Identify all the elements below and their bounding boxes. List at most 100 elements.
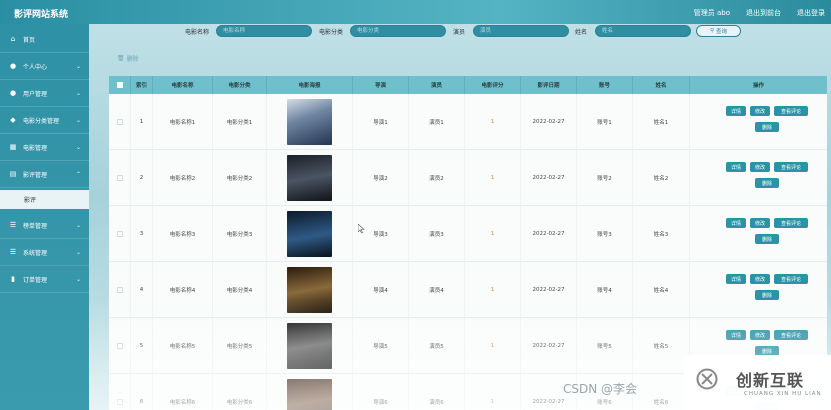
cell-review-date: 2022-02-27: [521, 318, 577, 374]
table-row: 1 电影名称1 电影分类1 导演1 演员1 1 2022-02-27 账号1 姓名1 详情 修改 查看…: [109, 94, 827, 150]
edit-button[interactable]: 修改: [750, 274, 770, 284]
cell-actor: 演员4: [409, 262, 465, 318]
view-review-button[interactable]: 查看评论: [774, 274, 808, 284]
detail-button[interactable]: 详情: [726, 162, 746, 172]
sidebar-item-movie-category[interactable]: ◆ 电影分类管理 ⌄: [0, 107, 89, 134]
sidebar-item-home[interactable]: ⌂ 首页: [0, 26, 89, 53]
cell-movie-name: 电影名称1: [153, 94, 213, 150]
row-checkbox[interactable]: [116, 175, 123, 181]
detail-button[interactable]: 详情: [726, 218, 746, 228]
view-review-button[interactable]: 查看评论: [774, 330, 808, 340]
edit-button[interactable]: 修改: [750, 218, 770, 228]
chevron-down-icon: ⌄: [75, 89, 81, 97]
cell-account: 账号4: [577, 262, 633, 318]
cell-account: 账号1: [577, 94, 633, 150]
cell-review-date: 2022-02-27: [521, 262, 577, 318]
chevron-down-icon: ⌄: [75, 248, 81, 256]
cell-movie-category: 电影分类5: [213, 318, 267, 374]
sidebar-item-label: 个人中心: [23, 63, 48, 71]
movie-name-label: 电影名称: [185, 29, 210, 36]
header-actions: 操作: [752, 83, 764, 89]
sidebar-item-reviews[interactable]: ▤ 影评管理 ⌃: [0, 161, 89, 188]
row-checkbox[interactable]: [116, 399, 123, 405]
sidebar-item-rankings[interactable]: ☰ 榜单管理 ⌄: [0, 212, 89, 239]
delete-button[interactable]: 删除: [755, 178, 779, 188]
table-row: 2 电影名称2 电影分类2 导演2 演员2 1 2022-02-27 账号2 姓名2 详情 修改 查看…: [109, 150, 827, 206]
main-content: 电影名称 电影名称 电影分类 电影分类 演员 演员 姓名 姓名 ⚲ 查询 🗑 删…: [89, 24, 831, 410]
actor-input[interactable]: 演员: [473, 25, 569, 37]
row-checkbox[interactable]: [116, 343, 123, 349]
person-name-input[interactable]: 姓名: [595, 25, 691, 37]
row-checkbox[interactable]: [116, 231, 123, 237]
cell-index: 5: [131, 318, 153, 374]
cell-index: 3: [131, 206, 153, 262]
sidebar-item-profile[interactable]: ● 个人中心 ⌄: [0, 53, 89, 80]
cell-score: 1: [465, 262, 521, 318]
chevron-down-icon: ⌄: [75, 275, 81, 283]
row-select-cell: [109, 318, 131, 374]
movie-name-input[interactable]: 电影名称: [216, 25, 312, 37]
row-actions: 详情修改查看评论删除: [706, 150, 827, 206]
cell-person: 姓名1: [633, 94, 690, 150]
delete-button[interactable]: 删除: [755, 122, 779, 132]
location-icon: ◆: [10, 116, 16, 124]
chart-icon: ▮: [11, 275, 15, 283]
sidebar-item-label: 订单管理: [23, 276, 48, 284]
cell-movie-name: 电影名称6: [153, 374, 213, 410]
cell-director: 导演1: [353, 94, 409, 150]
chevron-down-icon: ⌄: [75, 116, 81, 124]
cell-account: 账号3: [577, 206, 633, 262]
search-button[interactable]: ⚲ 查询: [696, 25, 741, 37]
user-icon: ●: [9, 89, 17, 97]
csdn-watermark: CSDN @李会: [563, 382, 638, 396]
trash-icon: 🗑: [117, 55, 125, 62]
detail-button[interactable]: 详情: [726, 330, 746, 340]
row-select-cell: [109, 94, 131, 150]
cell-movie-category: 电影分类2: [213, 150, 267, 206]
cell-score: 1: [465, 150, 521, 206]
sidebar-subitem-review[interactable]: 影评: [0, 190, 89, 209]
home-icon: ⌂: [10, 35, 16, 43]
cell-score: 1: [465, 318, 521, 374]
sidebar-item-orders[interactable]: ▮ 订单管理 ⌄: [0, 266, 89, 293]
header-movie-name: 电影名称: [153, 76, 213, 94]
movie-poster-image: [287, 267, 332, 313]
cell-actor: 演员5: [409, 318, 465, 374]
view-review-button[interactable]: 查看评论: [774, 106, 808, 116]
delete-button[interactable]: 删除: [755, 234, 779, 244]
detail-button[interactable]: 详情: [726, 106, 746, 116]
detail-button[interactable]: 详情: [726, 274, 746, 284]
delete-selected-button[interactable]: 🗑 删除: [117, 54, 139, 63]
sidebar-item-label: 系统管理: [23, 249, 48, 257]
cell-director: 导演6: [353, 374, 409, 410]
cell-movie-category: 电影分类3: [213, 206, 267, 262]
person-name-label: 姓名: [575, 29, 588, 36]
view-review-button[interactable]: 查看评论: [774, 162, 808, 172]
cell-poster: [267, 206, 353, 262]
list-icon: ☰: [9, 221, 17, 229]
edit-button[interactable]: 修改: [750, 162, 770, 172]
row-checkbox[interactable]: [116, 119, 123, 125]
logout-link[interactable]: 退出登录: [797, 8, 825, 18]
sidebar-item-label: 电影分类管理: [23, 117, 60, 125]
delete-button[interactable]: 删除: [755, 290, 779, 300]
movie-category-input[interactable]: 电影分类: [350, 25, 446, 37]
edit-button[interactable]: 修改: [750, 330, 770, 340]
sidebar-item-system[interactable]: ☰ 系统管理 ⌄: [0, 239, 89, 266]
view-review-button[interactable]: 查看评论: [774, 218, 808, 228]
select-all-checkbox[interactable]: [116, 82, 123, 88]
mouse-cursor-icon: [358, 224, 365, 234]
row-checkbox[interactable]: [116, 287, 123, 293]
app-title: 影评网站系统: [14, 10, 69, 20]
sidebar-item-movies[interactable]: ▦ 电影管理 ⌄: [0, 134, 89, 161]
header-review-date: 影评日期: [521, 76, 577, 94]
cell-poster: [267, 94, 353, 150]
sidebar-item-label: 榜单管理: [23, 222, 48, 230]
cell-review-date: 2022-02-27: [521, 150, 577, 206]
row-actions: 详情修改查看评论删除: [706, 262, 827, 318]
cell-index: 4: [131, 262, 153, 318]
sidebar-item-users[interactable]: ● 用户管理 ⌄: [0, 80, 89, 107]
edit-button[interactable]: 修改: [750, 106, 770, 116]
goto-front-link[interactable]: 退出到前台: [746, 8, 781, 18]
movie-poster-image: [287, 379, 332, 410]
